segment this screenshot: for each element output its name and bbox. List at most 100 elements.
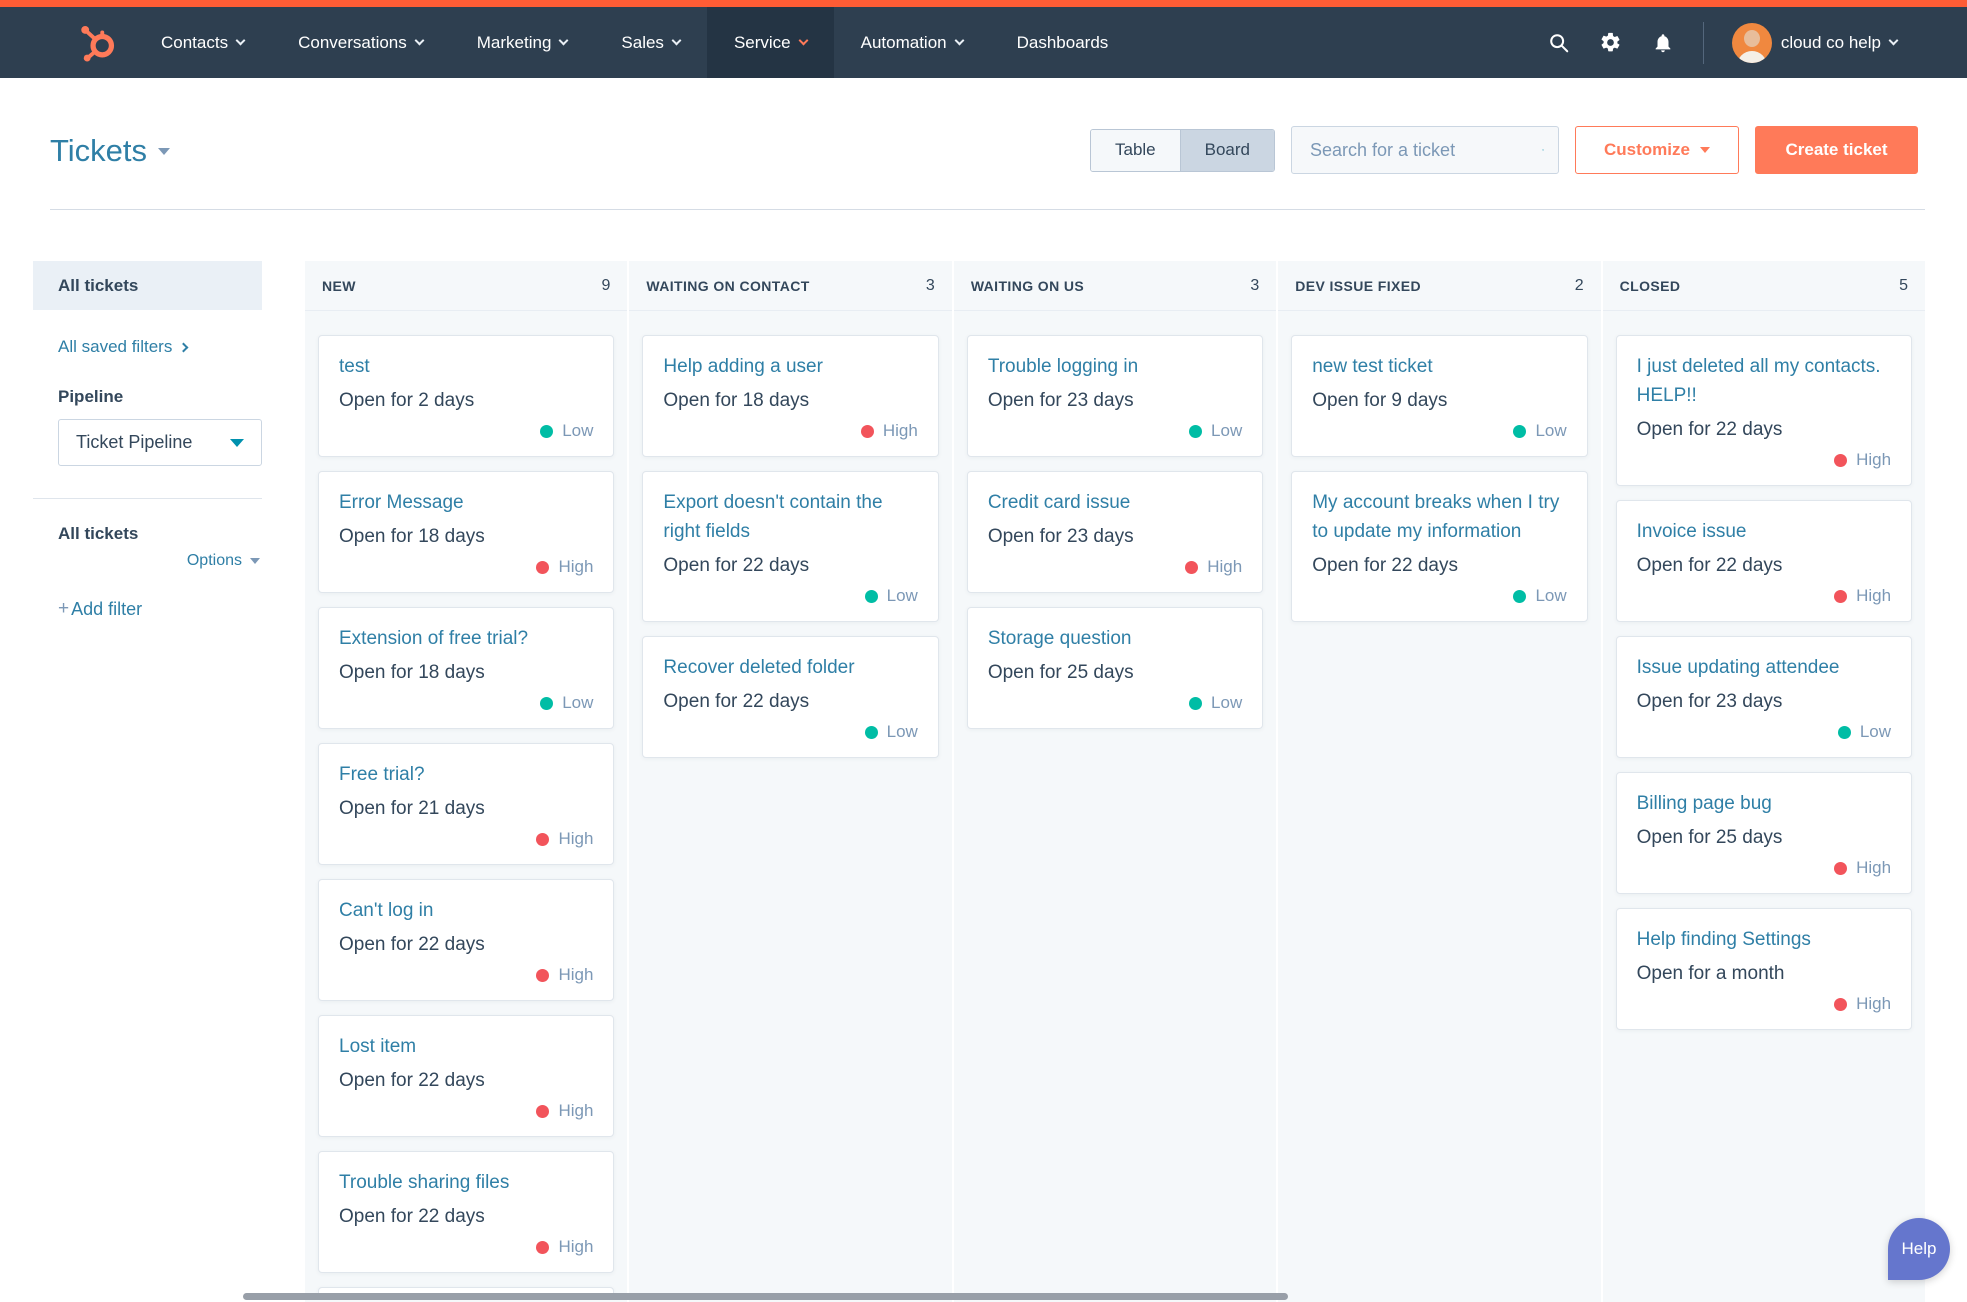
options-menu[interactable]: Options bbox=[33, 552, 262, 570]
ticket-title-link[interactable]: Free trial? bbox=[339, 760, 593, 789]
priority-label: Low bbox=[1535, 421, 1567, 440]
account-menu[interactable]: cloud co help bbox=[1731, 22, 1899, 63]
ticket-title-link[interactable]: Credit card issue bbox=[988, 488, 1242, 517]
ticket-card[interactable]: Can't log in Open for 22 days High bbox=[318, 879, 615, 1001]
header-controls: Table Board Customize Create ticket bbox=[1089, 126, 1918, 174]
help-button[interactable]: Help bbox=[1888, 1218, 1950, 1280]
top-nav: Contacts Conversations Marketing Sales Servi… bbox=[0, 7, 1967, 78]
ticket-title-link[interactable]: Extension of free trial? bbox=[339, 624, 593, 653]
ticket-card[interactable]: Export doesn't contain the right fields O… bbox=[642, 471, 939, 622]
ticket-age: Open for 22 days bbox=[339, 934, 485, 955]
priority-label: Low bbox=[886, 586, 918, 605]
ticket-card[interactable]: My account breaks when I try to update m… bbox=[1291, 471, 1588, 622]
chevron-down-icon bbox=[954, 35, 965, 46]
ticket-priority: High bbox=[1637, 991, 1891, 1017]
ticket-card[interactable]: new test ticket Open for 9 days Low bbox=[1291, 335, 1588, 457]
priority-dot-icon bbox=[1834, 997, 1848, 1011]
pipeline-dropdown[interactable]: Ticket Pipeline bbox=[58, 419, 262, 466]
ticket-card[interactable]: I just deleted all my contacts. HELP!! Op… bbox=[1615, 335, 1913, 486]
nav-item-sales[interactable]: Sales bbox=[594, 7, 707, 78]
ticket-title-link[interactable]: Trouble logging in bbox=[988, 352, 1242, 381]
ticket-priority: High bbox=[1637, 855, 1891, 881]
column-title: NEW bbox=[322, 277, 356, 294]
ticket-age: Open for 23 days bbox=[987, 526, 1134, 547]
column-header: CLOSED 5 bbox=[1602, 261, 1925, 311]
ticket-card[interactable]: Invoice issue Open for 22 days High bbox=[1615, 500, 1913, 622]
ticket-card[interactable]: Help finding Settings Open for a month Hig… bbox=[1615, 908, 1913, 1030]
priority-dot-icon bbox=[860, 424, 874, 438]
priority-label: High bbox=[558, 1237, 594, 1256]
ticket-card[interactable]: Free trial? Open for 21 days High bbox=[318, 743, 615, 865]
ticket-priority: High bbox=[1637, 583, 1891, 609]
ticket-search bbox=[1291, 126, 1559, 174]
column-cards: Trouble logging in Open for 23 days Low Cre… bbox=[954, 311, 1276, 729]
chevron-down-icon bbox=[235, 35, 246, 46]
table-view-button[interactable]: Table bbox=[1090, 129, 1180, 171]
ticket-title-link[interactable]: My account breaks when I try to update m… bbox=[1312, 488, 1566, 546]
create-ticket-button[interactable]: Create ticket bbox=[1755, 126, 1918, 174]
ticket-title-link[interactable]: Help adding a user bbox=[663, 352, 917, 381]
ticket-card[interactable]: Storage question Open for 25 days Low bbox=[966, 607, 1264, 729]
notifications-bell-icon[interactable] bbox=[1651, 31, 1675, 55]
priority-dot-icon bbox=[1834, 453, 1848, 467]
ticket-card[interactable]: Issue updating attendee Open for 23 days L… bbox=[1615, 636, 1913, 758]
ticket-title-link[interactable]: Billing page bug bbox=[1637, 789, 1891, 818]
horizontal-scrollbar[interactable] bbox=[243, 1293, 1288, 1300]
ticket-card[interactable]: Recover deleted folder Open for 22 days Lo… bbox=[642, 636, 939, 758]
ticket-card[interactable]: Trouble sharing files Open for 22 days Hig… bbox=[318, 1151, 615, 1273]
nav-item-marketing[interactable]: Marketing bbox=[450, 7, 595, 78]
ticket-title-link[interactable]: Export doesn't contain the right fields bbox=[663, 488, 917, 546]
priority-label: High bbox=[558, 829, 594, 848]
priority-dot-icon bbox=[1837, 725, 1851, 739]
ticket-age: Open for 23 days bbox=[987, 390, 1134, 411]
nav-item-automation[interactable]: Automation bbox=[834, 7, 990, 78]
ticket-title-link[interactable]: Issue updating attendee bbox=[1637, 653, 1891, 682]
ticket-card[interactable]: Help adding a user Open for 18 days High bbox=[642, 335, 939, 457]
priority-label: Low bbox=[562, 421, 594, 440]
ticket-card[interactable]: Credit card issue Open for 23 days High bbox=[966, 471, 1264, 593]
column-count: 3 bbox=[925, 276, 935, 294]
ticket-title-link[interactable]: test bbox=[339, 352, 593, 381]
nav-item-label: Conversations bbox=[298, 32, 407, 52]
nav-item-conversations[interactable]: Conversations bbox=[271, 7, 450, 78]
ticket-card[interactable]: Extension of free trial? Open for 18 days… bbox=[318, 607, 615, 729]
primary-nav: Contacts Conversations Marketing Sales Servi… bbox=[134, 7, 1135, 78]
ticket-title-link[interactable]: Trouble sharing files bbox=[339, 1168, 593, 1197]
nav-item-service[interactable]: Service bbox=[706, 7, 834, 78]
ticket-card[interactable]: Trouble logging in Open for 23 days Low bbox=[966, 335, 1264, 457]
ticket-title-link[interactable]: I just deleted all my contacts. HELP!! bbox=[1637, 352, 1891, 410]
ticket-priority: Low bbox=[663, 583, 918, 609]
ticket-title-link[interactable]: Invoice issue bbox=[1637, 517, 1891, 546]
page-title[interactable]: Tickets bbox=[50, 133, 171, 169]
ticket-card[interactable]: test Open for 2 days Low bbox=[318, 335, 615, 457]
ticket-age: Open for 21 days bbox=[339, 798, 485, 819]
add-filter-button[interactable]: + Add filter bbox=[58, 598, 262, 620]
nav-item-contacts[interactable]: Contacts bbox=[134, 7, 271, 78]
search-input[interactable] bbox=[1310, 139, 1542, 161]
customize-button[interactable]: Customize bbox=[1575, 126, 1739, 174]
ticket-title-link[interactable]: Lost item bbox=[339, 1032, 593, 1061]
ticket-card[interactable]: Billing page bug Open for 25 days High bbox=[1615, 772, 1913, 894]
ticket-card[interactable]: Lost item Open for 22 days High bbox=[318, 1015, 615, 1137]
ticket-title-link[interactable]: Can't log in bbox=[339, 896, 593, 925]
nav-right-cluster: cloud co help bbox=[1547, 21, 1899, 64]
all-saved-filters-link[interactable]: All saved filters bbox=[58, 337, 262, 357]
nav-item-dashboards[interactable]: Dashboards bbox=[990, 7, 1136, 78]
board-view-button[interactable]: Board bbox=[1179, 129, 1274, 171]
ticket-title-link[interactable]: Storage question bbox=[988, 624, 1242, 653]
search-icon[interactable] bbox=[1547, 31, 1571, 55]
hubspot-logo-icon[interactable] bbox=[76, 21, 120, 65]
priority-dot-icon bbox=[1185, 560, 1199, 574]
ticket-title-link[interactable]: Error Message bbox=[339, 488, 593, 517]
ticket-title-link[interactable]: new test ticket bbox=[1312, 352, 1566, 381]
ticket-card[interactable]: Error Message Open for 18 days High bbox=[318, 471, 615, 593]
ticket-title-link[interactable]: Help finding Settings bbox=[1637, 925, 1891, 954]
ticket-priority: Low bbox=[1312, 418, 1567, 444]
ticket-title-link[interactable]: Recover deleted folder bbox=[663, 653, 917, 682]
priority-label: Low bbox=[1535, 586, 1567, 605]
chevron-down-icon bbox=[230, 438, 244, 447]
settings-gear-icon[interactable] bbox=[1599, 31, 1623, 55]
sidebar-item-all-tickets[interactable]: All tickets bbox=[33, 261, 262, 310]
ticket-age: Open for 22 days bbox=[339, 1070, 485, 1091]
priority-label: Low bbox=[1211, 693, 1243, 712]
